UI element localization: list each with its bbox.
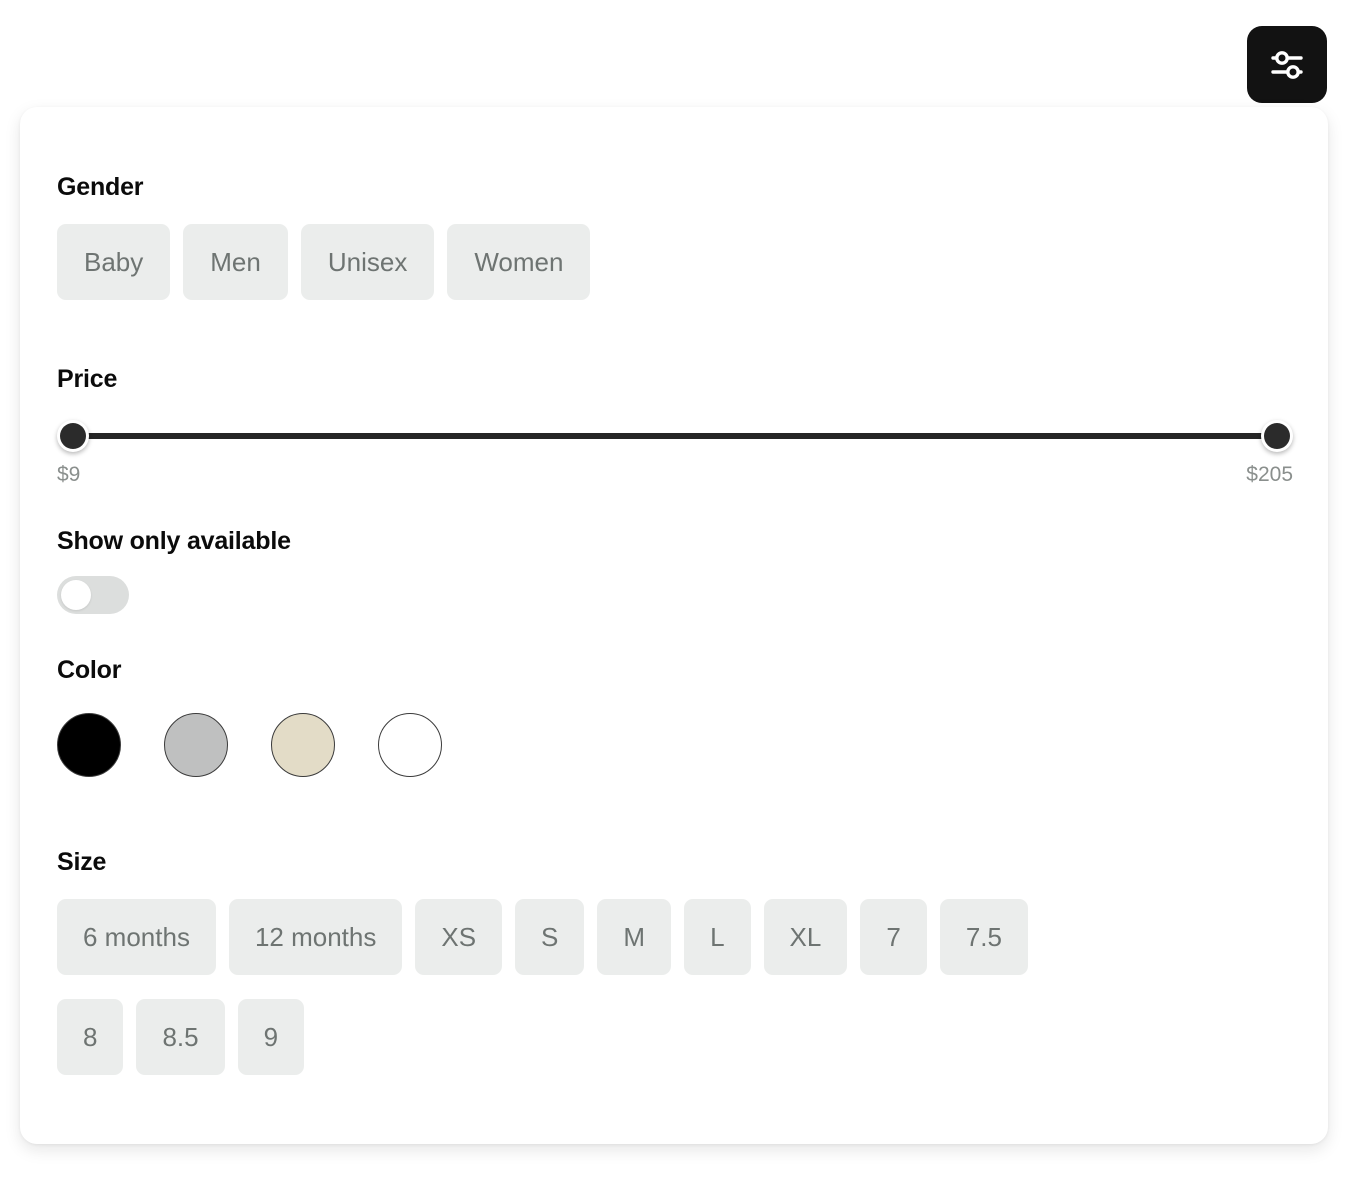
availability-heading: Show only available	[57, 527, 291, 555]
price-slider-track[interactable]	[78, 433, 1272, 439]
chip-women[interactable]: Women	[447, 224, 591, 300]
section-availability: Show only available	[57, 529, 291, 614]
chip-6-months[interactable]: 6 months	[57, 899, 216, 975]
section-price: Price $9 $205	[57, 367, 1293, 488]
price-slider-min-handle[interactable]	[57, 420, 89, 452]
chip-l[interactable]: L	[684, 899, 751, 975]
price-range-labels: $9 $205	[57, 464, 1293, 488]
size-heading: Size	[57, 848, 107, 876]
gender-heading: Gender	[57, 173, 144, 201]
color-options	[57, 713, 442, 777]
color-swatch-gray[interactable]	[164, 713, 228, 777]
chip-9[interactable]: 9	[237, 999, 305, 1075]
section-size: Size 6 months 12 months XS S M L XL 7 7.5 8 8.5 9	[57, 850, 1293, 1075]
color-swatch-white[interactable]	[378, 713, 442, 777]
toggle-knob	[61, 580, 91, 610]
chip-baby[interactable]: Baby	[57, 224, 171, 300]
color-swatch-black[interactable]	[57, 713, 121, 777]
chip-xs[interactable]: XS	[415, 899, 503, 975]
color-heading: Color	[57, 656, 122, 684]
size-options-row-1: 6 months 12 months XS S M L XL 7 7.5	[57, 899, 1293, 975]
size-options-row-2: 8 8.5 9	[57, 999, 1293, 1075]
chip-7.5[interactable]: 7.5	[939, 899, 1028, 975]
price-range-slider[interactable]	[57, 420, 1293, 452]
chip-8.5[interactable]: 8.5	[136, 999, 225, 1075]
show-only-available-toggle[interactable]	[57, 576, 129, 614]
chip-men[interactable]: Men	[183, 224, 288, 300]
section-color: Color	[57, 658, 442, 777]
chip-8[interactable]: 8	[57, 999, 124, 1075]
filter-panel-screen: Gender Baby Men Unisex Women Price $9 $205 …	[0, 0, 1352, 1184]
filters-toggle-button[interactable]	[1247, 26, 1327, 103]
price-heading: Price	[57, 365, 118, 393]
chip-s[interactable]: S	[515, 899, 585, 975]
filters-panel: Gender Baby Men Unisex Women Price $9 $205 …	[20, 107, 1328, 1144]
chip-12-months[interactable]: 12 months	[228, 899, 403, 975]
price-min-label: $9	[57, 463, 81, 486]
color-swatch-beige[interactable]	[271, 713, 335, 777]
chip-unisex[interactable]: Unisex	[300, 224, 435, 300]
chip-m[interactable]: M	[597, 899, 672, 975]
section-gender: Gender Baby Men Unisex Women	[57, 173, 591, 300]
chip-xl[interactable]: XL	[763, 899, 848, 975]
chip-7[interactable]: 7	[860, 899, 927, 975]
price-max-label: $205	[1246, 463, 1293, 486]
sliders-icon	[1266, 44, 1308, 86]
gender-options: Baby Men Unisex Women	[57, 224, 591, 300]
price-slider-max-handle[interactable]	[1261, 420, 1293, 452]
